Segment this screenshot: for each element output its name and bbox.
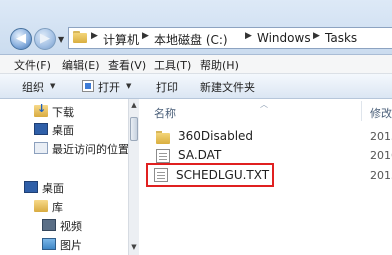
scroll-down-icon[interactable]: ▼ xyxy=(129,241,139,253)
chevron-right-icon[interactable]: ▶ xyxy=(313,31,320,41)
address-bar-area: ◀ ▶ ▼ ▶ 计算机 ▶ 本地磁盘 (C:) ▶ Windows ▶ Task… xyxy=(0,0,392,55)
file-list-pane: 名称 ︿ 修改 360Disabled 2015 SA.DAT 2016 SCH… xyxy=(140,99,392,255)
nav-item-desktop-root[interactable]: 桌面 xyxy=(0,179,128,196)
organize-button[interactable]: 组织 xyxy=(22,79,44,95)
open-icon xyxy=(82,80,94,92)
desktop-icon xyxy=(24,181,38,193)
folder-icon xyxy=(73,31,87,43)
breadcrumb-windows[interactable]: Windows xyxy=(257,31,311,45)
breadcrumb-computer[interactable]: 计算机 xyxy=(103,31,139,48)
navigation-pane: 下载 桌面 最近访问的位置 桌面 库 视频 图片 xyxy=(0,99,129,255)
recent-places-icon xyxy=(34,142,48,154)
nav-item-label: 桌面 xyxy=(42,182,64,195)
menu-bar: 文件(F) 编辑(E) 查看(V) 工具(T) 帮助(H) xyxy=(0,55,392,74)
nav-item-downloads[interactable]: 下载 xyxy=(0,102,128,120)
column-header-name[interactable]: 名称 xyxy=(154,105,176,121)
command-toolbar: 组织 ▼ 打开 ▼ 打印 新建文件夹 xyxy=(0,74,392,99)
file-icon xyxy=(156,149,170,163)
nav-item-label: 图片 xyxy=(60,239,82,252)
file-row-360disabled[interactable]: 360Disabled 2015 xyxy=(148,127,392,147)
back-arrow-icon: ◀ xyxy=(16,31,26,46)
breadcrumb[interactable]: ▶ 计算机 ▶ 本地磁盘 (C:) ▶ Windows ▶ Tasks xyxy=(68,27,392,49)
column-divider[interactable] xyxy=(361,101,362,121)
chevron-right-icon[interactable]: ▶ xyxy=(245,31,252,41)
nav-item-label: 下载 xyxy=(52,106,74,119)
nav-item-recent-places[interactable]: 最近访问的位置 xyxy=(0,140,129,157)
file-name: SA.DAT xyxy=(178,148,222,162)
library-icon xyxy=(34,200,48,212)
breadcrumb-local-disk[interactable]: 本地磁盘 (C:) xyxy=(154,31,228,48)
breadcrumb-tasks[interactable]: Tasks xyxy=(325,31,357,45)
back-button[interactable]: ◀ xyxy=(10,28,32,50)
text-file-icon xyxy=(154,168,168,182)
menu-tools[interactable]: 工具(T) xyxy=(154,57,191,73)
history-dropdown-icon[interactable]: ▼ xyxy=(58,35,64,44)
chevron-down-icon[interactable]: ▼ xyxy=(126,82,131,90)
picture-icon xyxy=(42,238,56,250)
folder-icon xyxy=(156,130,170,144)
menu-help[interactable]: 帮助(H) xyxy=(200,57,239,73)
desktop-icon xyxy=(34,123,48,135)
nav-item-videos[interactable]: 视频 xyxy=(0,217,128,234)
file-date: 2015 xyxy=(370,169,392,182)
file-date: 2015 xyxy=(370,130,392,143)
nav-item-label: 最近访问的位置 xyxy=(52,143,129,156)
menu-edit[interactable]: 编辑(E) xyxy=(62,57,100,73)
nav-item-label: 桌面 xyxy=(52,124,74,137)
nav-item-label: 视频 xyxy=(60,220,82,233)
menu-view[interactable]: 查看(V) xyxy=(108,57,146,73)
file-date: 2016 xyxy=(370,149,392,162)
forward-button[interactable]: ▶ xyxy=(34,28,56,50)
file-name: SCHEDLGU.TXT xyxy=(176,168,270,182)
download-folder-icon xyxy=(34,102,48,117)
column-header-row: 名称 ︿ 修改 xyxy=(140,99,392,123)
nav-item-label: 库 xyxy=(52,201,63,214)
chevron-right-icon[interactable]: ▶ xyxy=(91,31,98,41)
open-button[interactable]: 打开 xyxy=(98,79,120,95)
menu-file[interactable]: 文件(F) xyxy=(14,57,51,73)
forward-arrow-icon: ▶ xyxy=(40,31,50,46)
nav-item-desktop[interactable]: 桌面 xyxy=(0,121,128,138)
chevron-down-icon[interactable]: ▼ xyxy=(50,82,55,90)
column-header-modified[interactable]: 修改 xyxy=(370,105,392,121)
chevron-right-icon[interactable]: ▶ xyxy=(142,31,149,41)
nav-item-library[interactable]: 库 xyxy=(0,198,128,215)
new-folder-button[interactable]: 新建文件夹 xyxy=(200,79,255,95)
file-row-schedlgu-txt[interactable]: SCHEDLGU.TXT xyxy=(146,163,274,187)
file-name: 360Disabled xyxy=(178,129,254,143)
sort-ascending-icon: ︿ xyxy=(260,100,268,109)
video-icon xyxy=(42,219,56,231)
nav-item-pictures[interactable]: 图片 xyxy=(0,236,128,253)
print-button[interactable]: 打印 xyxy=(156,79,178,95)
scroll-thumb[interactable] xyxy=(130,117,138,141)
nav-scrollbar[interactable]: ▲ ▼ xyxy=(128,99,139,255)
scroll-up-icon[interactable]: ▲ xyxy=(129,99,139,111)
